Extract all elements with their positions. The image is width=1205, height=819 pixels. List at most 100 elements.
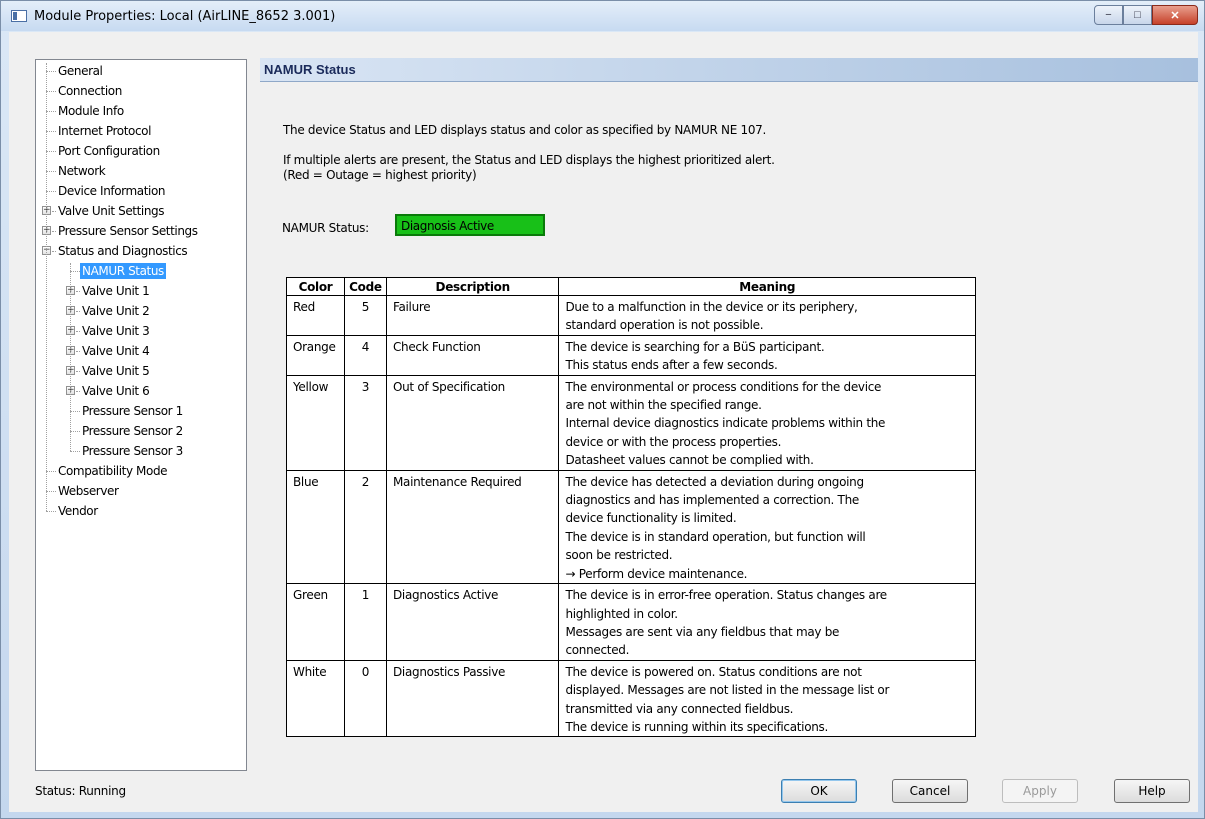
tree-item-label: Status and Diagnostics: [58, 244, 188, 258]
tree-item[interactable]: Device Information: [36, 183, 246, 199]
tree-item-label: Webserver: [58, 484, 119, 498]
cell-code: 1: [343, 583, 387, 661]
meaning-line: → Perform device maintenance.: [565, 566, 748, 581]
minimize-button[interactable]: −: [1094, 5, 1123, 25]
meaning-line: Datasheet values cannot be complied with…: [565, 453, 814, 468]
tree-item[interactable]: + Valve Unit Settings: [36, 203, 246, 219]
column-header-description: Description: [385, 277, 560, 296]
tree-item[interactable]: General: [36, 63, 246, 79]
cell-code: 4: [343, 334, 387, 376]
tree-item[interactable]: Pressure Sensor 1: [36, 403, 246, 419]
tree-item-label: Vendor: [58, 504, 98, 518]
tree-item-label: Internet Protocol: [58, 124, 152, 138]
tree-item-label: General: [58, 64, 103, 78]
table-row: Red 5 Failure Due to a malfunction in the d…: [286, 295, 976, 336]
tree-item[interactable]: + Valve Unit 4: [36, 343, 246, 359]
dialog-client-area: General Connection Module Info Internet Pro…: [9, 32, 1198, 812]
tree-item[interactable]: Port Configuration: [36, 143, 246, 159]
tree-item[interactable]: + Valve Unit 5: [36, 363, 246, 379]
meaning-line: The device is in error-free operation. S…: [565, 588, 887, 603]
window-title: Module Properties: Local (AirLINE_8652 3…: [34, 9, 336, 24]
namur-table: Color Code Description Meaning Red 5 Failu…: [286, 277, 976, 738]
cell-meaning: The device is in error-free operation. S…: [558, 583, 976, 661]
meaning-line: diagnostics and has implemented a correc…: [565, 493, 859, 508]
meaning-line: This status ends after a few seconds.: [565, 358, 778, 373]
meaning-line: The device is in standard operation, but…: [565, 529, 866, 544]
meaning-line: soon be restricted.: [565, 548, 673, 563]
cell-meaning: The device is powered on. Status conditi…: [558, 659, 976, 738]
module-properties-window: Module Properties: Local (AirLINE_8652 3…: [0, 0, 1205, 819]
tree-item-label: Valve Unit Settings: [58, 204, 165, 218]
meaning-line: device functionality is limited.: [565, 511, 737, 526]
cell-color: Red: [286, 295, 345, 336]
cancel-button[interactable]: Cancel: [892, 779, 968, 803]
cell-color: White: [286, 659, 345, 738]
tree-item-label: Valve Unit 4: [82, 344, 150, 358]
pane-title: NAMUR Status: [264, 62, 356, 77]
meaning-line: Messages are sent via any fieldbus that …: [565, 624, 840, 639]
tree-item-label: Network: [58, 164, 106, 178]
cell-description: Diagnostics Passive: [385, 659, 560, 738]
tree-item-label: Pressure Sensor 1: [82, 404, 183, 418]
close-button[interactable]: ✕: [1152, 5, 1198, 25]
tree-item[interactable]: + Valve Unit 1: [36, 283, 246, 299]
tree-item[interactable]: Vendor: [36, 503, 246, 519]
status-text: Status: Running: [35, 784, 126, 798]
column-header-meaning: Meaning: [558, 277, 976, 296]
tree-item[interactable]: Connection: [36, 83, 246, 99]
cell-description: Diagnostics Active: [385, 583, 560, 661]
maximize-icon: □: [1134, 9, 1141, 21]
tree-item[interactable]: + Valve Unit 3: [36, 323, 246, 339]
meaning-line: The environmental or process conditions …: [565, 379, 882, 394]
close-icon: ✕: [1170, 9, 1180, 22]
tree-item[interactable]: + Valve Unit 2: [36, 303, 246, 319]
minimize-icon: −: [1105, 9, 1112, 21]
meaning-line: connected.: [565, 643, 630, 658]
tree-item[interactable]: NAMUR Status: [36, 263, 246, 279]
tree-item[interactable]: + Pressure Sensor Settings: [36, 223, 246, 239]
table-row: Blue 2 Maintenance Required The device has …: [286, 469, 976, 585]
pane-header: NAMUR Status: [260, 58, 1198, 82]
category-tree[interactable]: General Connection Module Info Internet Pro…: [35, 59, 247, 771]
tree-item-label: Pressure Sensor Settings: [58, 224, 198, 238]
tree-item-label: Device Information: [58, 184, 166, 198]
tree-item[interactable]: Pressure Sensor 3: [36, 443, 246, 459]
cell-description: Maintenance Required: [385, 469, 560, 585]
meaning-line: transmitted via any connected fieldbus.: [565, 701, 794, 716]
cell-code: 2: [343, 469, 387, 585]
meaning-line: The device is powered on. Status conditi…: [565, 664, 862, 679]
meaning-line: The device is running within its specifi…: [565, 719, 829, 734]
tree-item[interactable]: − Status and Diagnostics: [36, 243, 246, 259]
tree-item[interactable]: Pressure Sensor 2: [36, 423, 246, 439]
tree-item[interactable]: Webserver: [36, 483, 246, 499]
table-row: Orange 4 Check Function The device is searc…: [286, 334, 976, 376]
tree-item-label: Valve Unit 6: [82, 384, 150, 398]
meaning-line: are not within the specified range.: [565, 398, 762, 413]
caption-buttons: − □ ✕: [1094, 5, 1198, 25]
cell-code: 0: [343, 659, 387, 738]
help-button[interactable]: Help: [1114, 779, 1190, 803]
cell-code: 5: [343, 295, 387, 336]
cell-code: 3: [343, 374, 387, 471]
tree-item-label: Connection: [58, 84, 122, 98]
cell-meaning: The device has detected a deviation duri…: [558, 469, 976, 585]
tree-item[interactable]: Internet Protocol: [36, 123, 246, 139]
tree-item[interactable]: + Valve Unit 6: [36, 383, 246, 399]
ok-button[interactable]: OK: [781, 779, 857, 803]
meaning-line: highlighted in color.: [565, 606, 678, 621]
title-bar[interactable]: Module Properties: Local (AirLINE_8652 3…: [1, 1, 1204, 31]
app-window-icon: [11, 10, 27, 22]
tree-item-label: Compatibility Mode: [58, 464, 168, 478]
namur-status-label: NAMUR Status:: [282, 221, 369, 235]
tree-item[interactable]: Compatibility Mode: [36, 463, 246, 479]
apply-button: Apply: [1002, 779, 1078, 803]
tree-item[interactable]: Network: [36, 163, 246, 179]
intro-text: The device Status and LED displays statu…: [283, 123, 767, 137]
tree-item-label: Valve Unit 2: [82, 304, 150, 318]
cell-color: Green: [286, 583, 345, 661]
meaning-line: device or with the process properties.: [565, 434, 782, 449]
tree-item[interactable]: Module Info: [36, 103, 246, 119]
tree-item-label: Valve Unit 5: [82, 364, 150, 378]
tree-connector-line: [46, 63, 47, 511]
maximize-button[interactable]: □: [1123, 5, 1152, 25]
